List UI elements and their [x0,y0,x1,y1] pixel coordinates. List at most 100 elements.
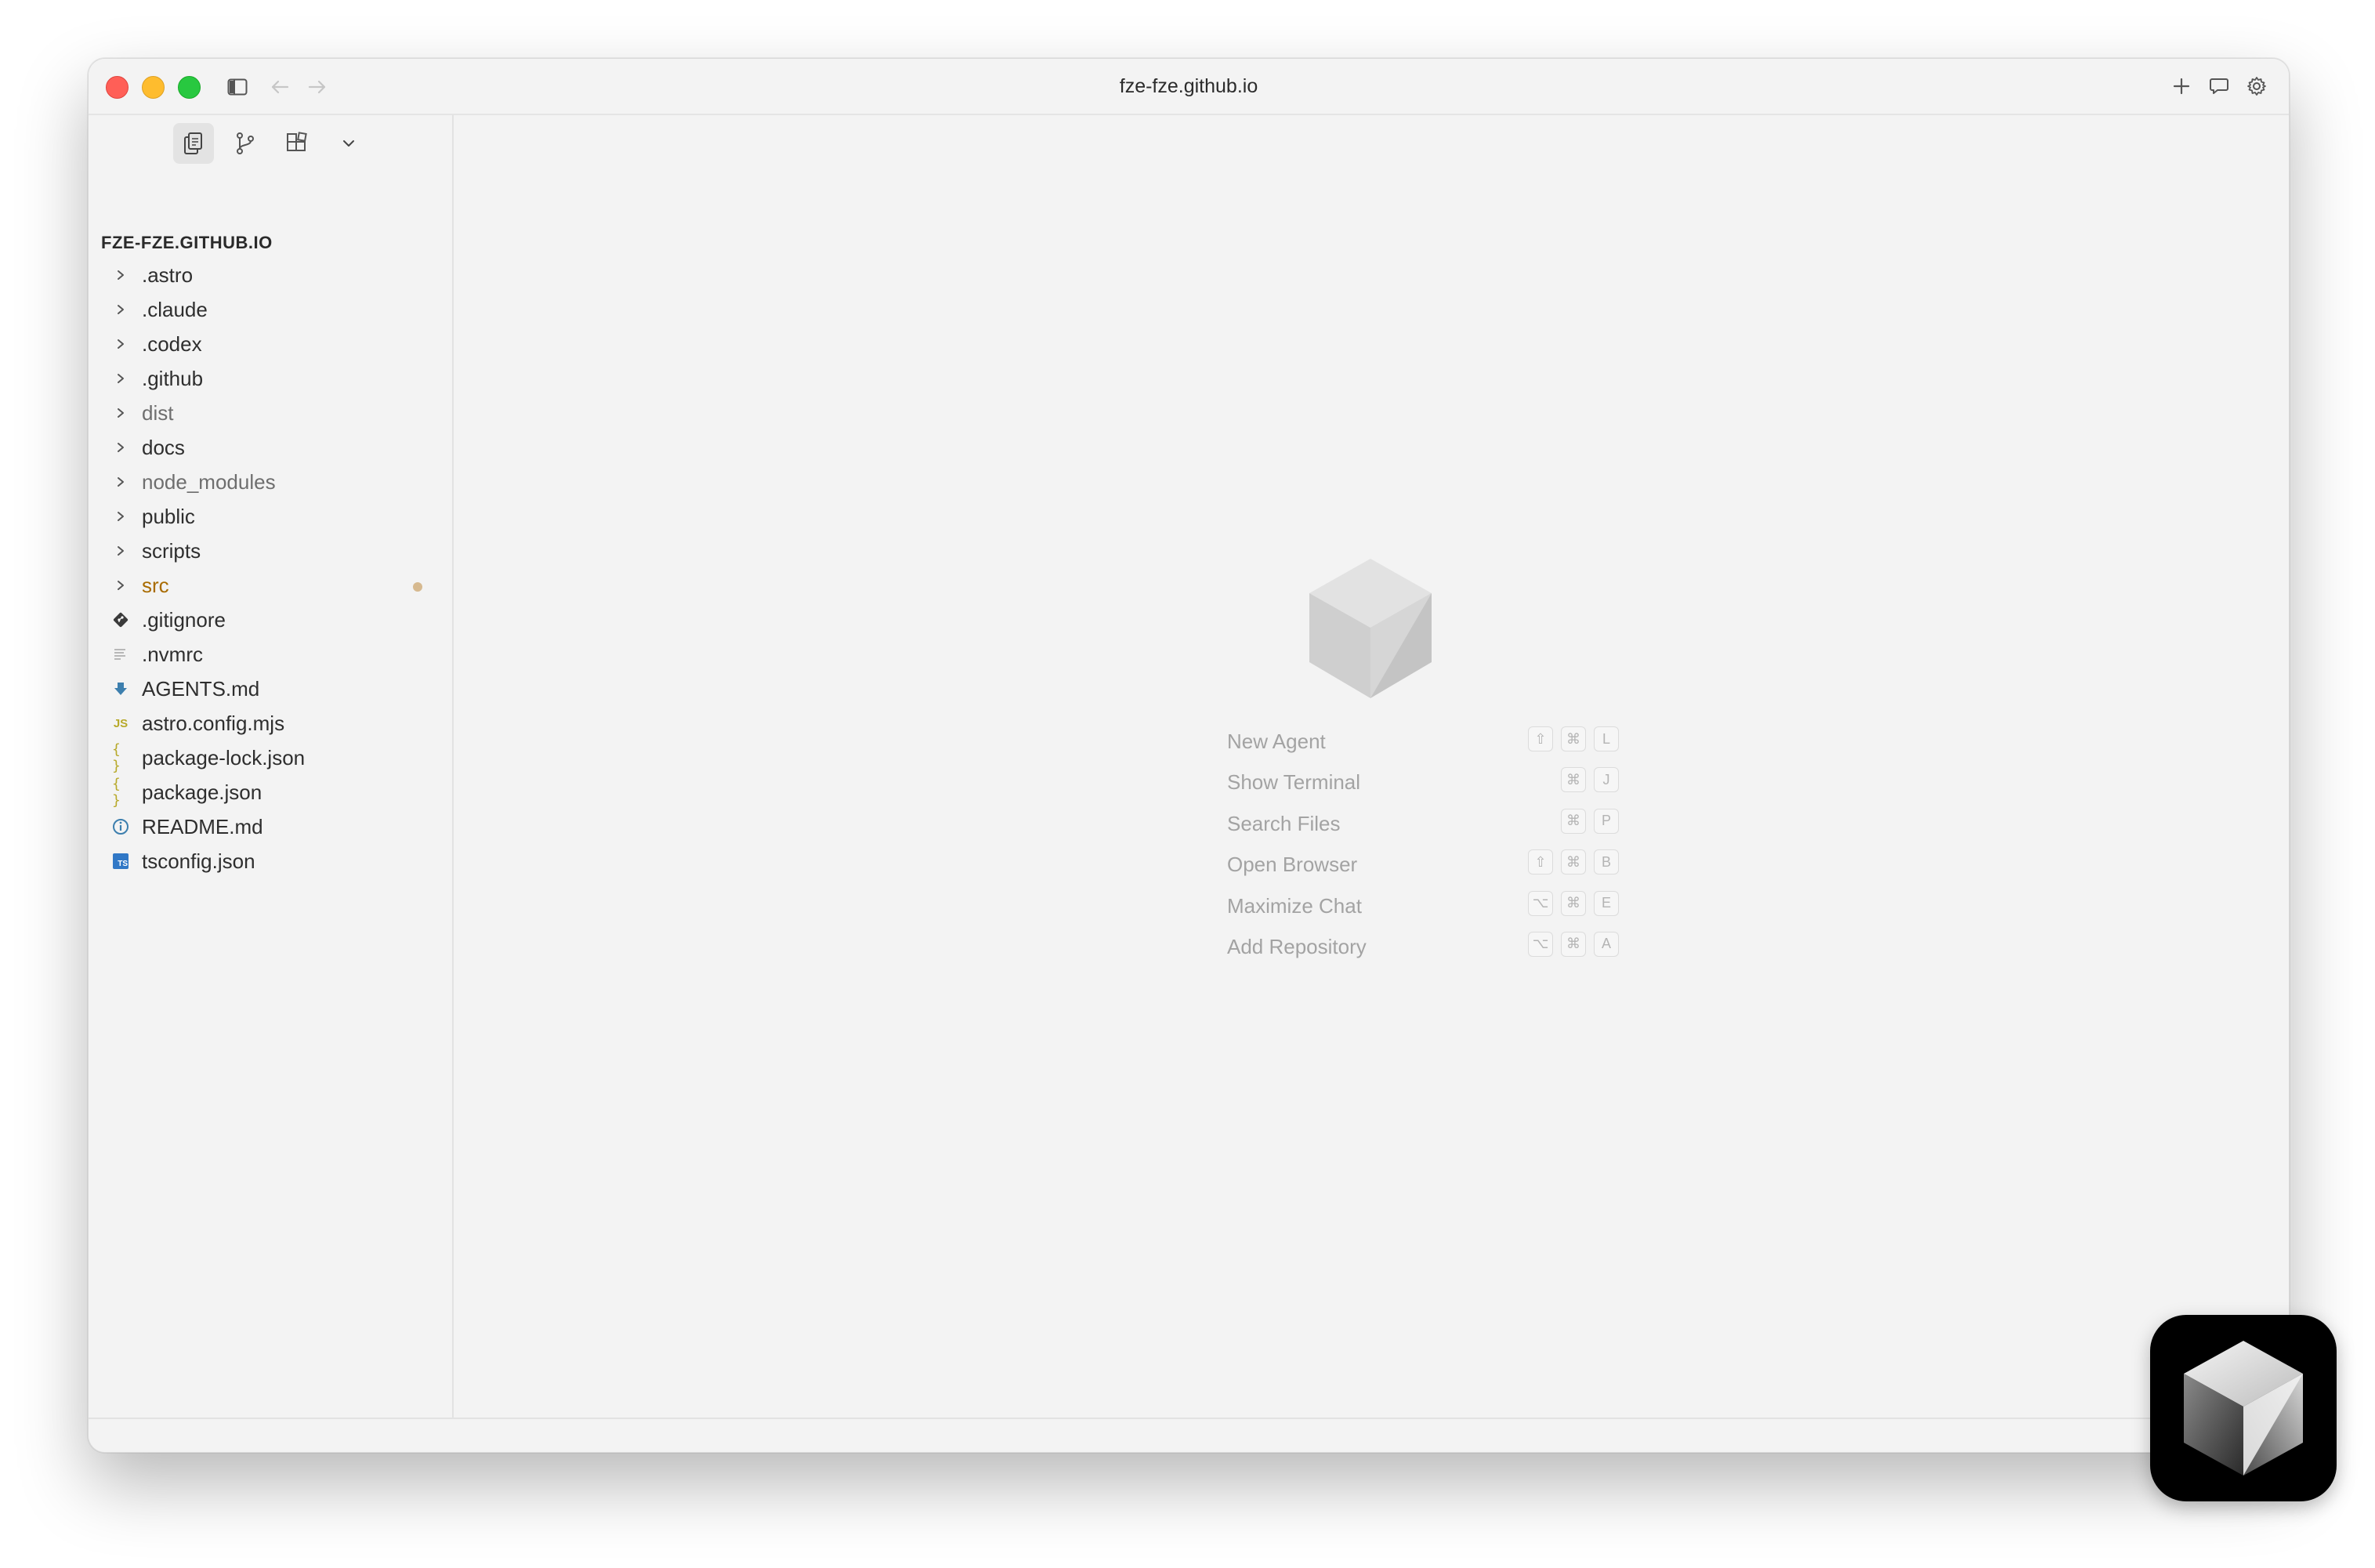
tree-item-label: .astro [142,263,194,287]
tree-item-label: README.md [142,814,263,838]
command-key-icon: ⌘ [1561,890,1586,916]
tree-file-astro-config[interactable]: JS astro.config.mjs [89,706,451,741]
command-key-icon: ⌘ [1561,726,1586,751]
cube-logo-icon [2184,1341,2303,1476]
tree-folder-public[interactable]: public [89,499,451,534]
tree-item-label: AGENTS.md [142,676,260,701]
letter-key: L [1594,726,1619,751]
tree-item-label: .claude [142,297,208,321]
tree-folder-claude[interactable]: .claude [89,292,451,327]
file-explorer-sidebar: FZE-FZE.GITHUB.IO .astro .claude .codex … [89,115,454,1419]
chevron-right-icon [112,327,129,361]
tree-folder-dist[interactable]: dist [89,396,451,430]
letter-key: J [1594,767,1619,793]
shortcut-label: Search Files [1227,811,1341,835]
tree-item-label: .nvmrc [142,642,203,666]
plus-icon[interactable] [2170,74,2193,98]
tree-folder-astro[interactable]: .astro [89,258,451,292]
tab-source-control[interactable] [225,123,266,164]
tree-file-gitignore[interactable]: .gitignore [89,603,451,637]
tree-item-label: package.json [142,780,262,804]
tree-item-label: node_modules [142,469,276,494]
project-title: FZE-FZE.GITHUB.IO [101,233,273,252]
git-icon [112,603,129,637]
tab-files[interactable] [173,123,214,164]
tree-folder-src[interactable]: src [89,568,451,603]
shortcut-open-browser[interactable]: Open Browser ⇧ ⌘ B [1227,846,1619,887]
chevron-right-icon [112,465,129,499]
js-icon: JS [113,716,129,730]
ts-icon: TS [112,844,129,878]
title-bar: fze-fze.github.io [89,59,2289,115]
tree-file-package-lock[interactable]: { } package-lock.json [89,741,451,775]
shortcut-add-repository[interactable]: Add Repository ⌥ ⌘ A [1227,929,1619,969]
tree-folder-github[interactable]: .github [89,361,451,396]
tree-item-label: docs [142,435,185,459]
source-control-icon [237,132,254,154]
gear-icon[interactable] [2245,74,2268,98]
tree-file-nvmrc[interactable]: .nvmrc [89,637,451,672]
command-key-icon: ⌘ [1561,808,1586,834]
tree-item-label: public [142,504,195,528]
command-key-icon: ⌘ [1561,767,1586,793]
tree-file-tsconfig[interactable]: TS tsconfig.json [89,844,451,878]
tree-item-label: .codex [142,331,202,356]
chevron-right-icon [112,568,129,603]
chevron-right-icon [112,430,129,465]
shortcut-new-agent[interactable]: New Agent ⇧ ⌘ L [1227,723,1619,764]
tree-item-label: src [142,573,169,597]
shift-key-icon: ⇧ [1528,849,1553,875]
ts-icon-label: TS [113,853,129,869]
app-window: fze-fze.github.io FZE-FZE.GITHUB.IO .ast… [88,58,2290,1453]
chevron-right-icon [112,292,129,327]
tree-item-label: astro.config.mjs [142,711,285,735]
shortcut-label: Show Terminal [1227,770,1361,795]
empty-key-slot [1528,809,1553,834]
tab-more[interactable] [328,123,369,164]
shortcut-search-files[interactable]: Search Files ⌘ P [1227,806,1619,846]
file-tree: .astro .claude .codex .github dist docs [89,258,451,878]
tree-item-label: dist [142,400,174,425]
tree-folder-docs[interactable]: docs [89,430,451,465]
shortcut-list: New Agent ⇧ ⌘ L Show Terminal ⌘ J Search Fi… [1227,723,1619,969]
empty-key-slot [1528,767,1553,792]
letter-key: B [1594,849,1619,875]
shortcut-label: Open Browser [1227,853,1358,877]
chevron-right-icon [112,534,129,568]
status-bar [89,1418,2289,1452]
tree-folder-codex[interactable]: .codex [89,327,451,361]
info-icon [112,809,129,844]
tree-item-label: .github [142,366,204,390]
tree-item-label: .gitignore [142,607,226,632]
app-logo-cube-icon [1306,556,1435,704]
command-key-icon: ⌘ [1561,849,1586,875]
letter-key: A [1594,931,1619,957]
letter-key: P [1594,808,1619,834]
tree-folder-node-modules[interactable]: node_modules [89,465,451,499]
json-braces-icon: { } [112,741,121,774]
shortcut-maximize-chat[interactable]: Maximize Chat ⌥ ⌘ E [1227,888,1619,929]
tree-file-readme[interactable]: README.md [89,809,451,844]
app-icon[interactable] [2150,1315,2337,1501]
tree-folder-scripts[interactable]: scripts [89,534,451,568]
option-key-icon: ⌥ [1528,890,1553,916]
chevron-right-icon [112,499,129,534]
json-braces-icon: { } [112,776,121,809]
tree-file-package-json[interactable]: { } package.json [89,775,451,809]
shortcut-label: Add Repository [1227,934,1367,958]
markdown-arrow-icon [112,672,129,706]
text-lines-icon [112,637,129,672]
chevron-down-icon [343,140,354,147]
modified-indicator-dot [413,582,422,592]
tree-item-label: scripts [142,538,201,563]
tree-file-agents-md[interactable]: AGENTS.md [89,672,451,706]
tree-item-label: tsconfig.json [142,849,255,873]
chat-icon[interactable] [2207,74,2231,98]
letter-key: E [1594,890,1619,916]
tree-item-label: package-lock.json [142,745,306,770]
option-key-icon: ⌥ [1528,931,1553,957]
shortcut-show-terminal[interactable]: Show Terminal ⌘ J [1227,764,1619,805]
files-icon [184,132,202,154]
panel-tabs [173,123,369,164]
tab-extensions[interactable] [277,123,317,164]
